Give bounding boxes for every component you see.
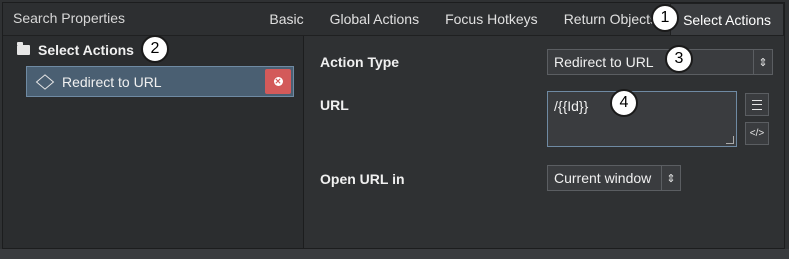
select-actions-group[interactable]: Select Actions <box>17 42 134 58</box>
chevron-updown-icon: ⇕ <box>661 166 680 190</box>
url-textarea[interactable]: /{{Id}} <box>547 91 737 147</box>
action-type-value: Redirect to URL <box>554 54 654 70</box>
open-url-select[interactable]: Current window ⇕ <box>547 165 681 191</box>
callout-marker-1: 1 <box>651 4 679 32</box>
folder-icon <box>17 42 30 55</box>
list-icon <box>752 99 762 110</box>
callout-marker-4: 4 <box>610 89 638 117</box>
actions-sidebar: Select Actions Redirect to URL ✕ <box>3 36 304 248</box>
action-type-select[interactable]: Redirect to URL ⇕ <box>547 49 773 75</box>
action-item-label: Redirect to URL <box>62 73 162 90</box>
list-view-button[interactable] <box>745 93 769 116</box>
resize-grip-icon[interactable] <box>726 136 734 144</box>
url-value: /{{Id}} <box>554 98 589 114</box>
x-circle-icon: ✕ <box>273 77 283 86</box>
code-view-button[interactable]: </> <box>745 122 769 145</box>
code-icon: </> <box>749 128 765 139</box>
tab-basic[interactable]: Basic <box>256 3 316 35</box>
bottom-strip <box>0 249 789 259</box>
tab-bar: Basic Global Actions Focus Hotkeys Retur… <box>256 3 784 35</box>
callout-marker-2: 2 <box>141 35 169 63</box>
action-item-redirect-to-url[interactable]: Redirect to URL ✕ <box>26 66 294 97</box>
open-url-value: Current window <box>554 170 652 186</box>
search-properties-window: Search Properties Basic Global Actions F… <box>2 2 785 249</box>
delete-action-button[interactable]: ✕ <box>265 69 291 94</box>
cube-icon <box>35 73 55 90</box>
callout-marker-3: 3 <box>665 45 693 73</box>
tab-select-actions[interactable]: Select Actions <box>670 3 784 35</box>
open-url-label: Open URL in <box>320 171 405 187</box>
action-type-label: Action Type <box>320 54 400 70</box>
tab-focus-hotkeys[interactable]: Focus Hotkeys <box>432 3 551 35</box>
tab-global-actions[interactable]: Global Actions <box>317 3 433 35</box>
window-title: Search Properties <box>13 10 126 26</box>
url-label: URL <box>320 97 349 113</box>
action-details-panel: Action Type Redirect to URL ⇕ URL /{{Id}… <box>304 36 784 248</box>
group-label: Select Actions <box>38 42 134 58</box>
chevron-updown-icon: ⇕ <box>753 50 772 74</box>
